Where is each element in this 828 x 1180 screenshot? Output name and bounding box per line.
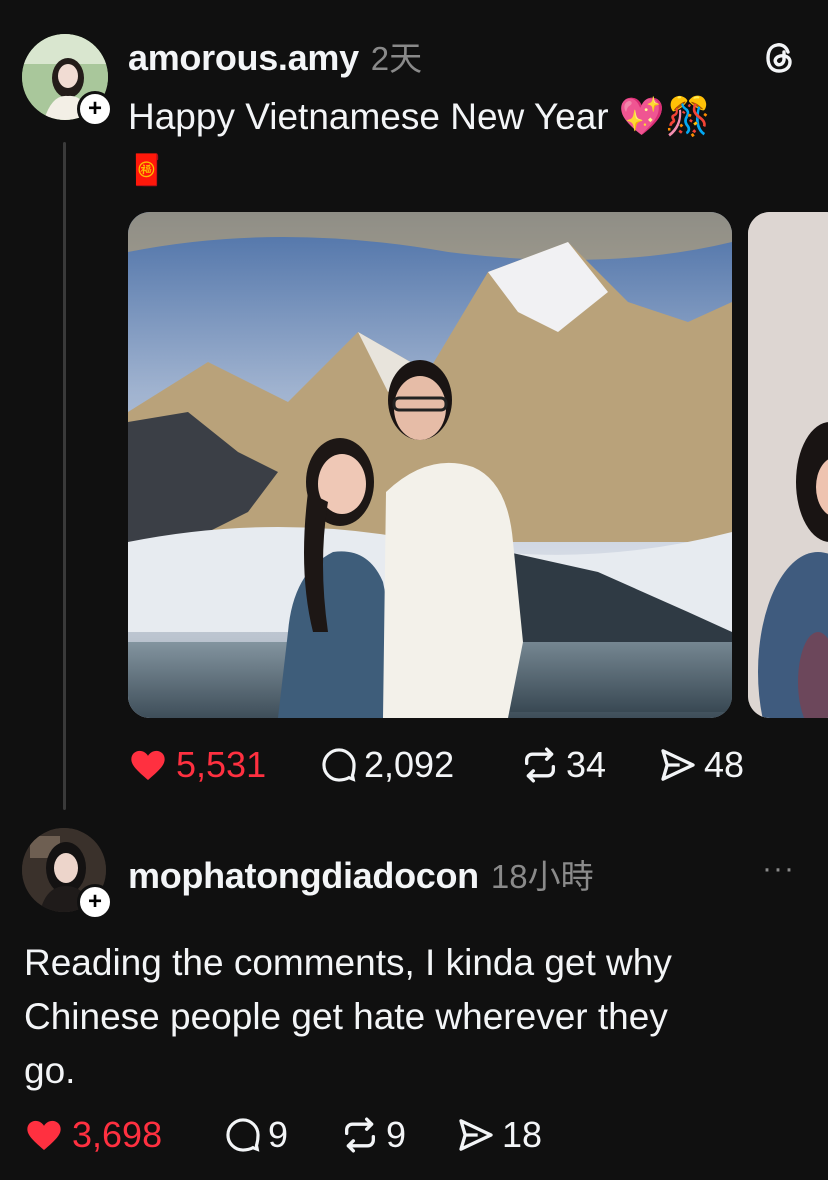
share-count: 48 [704, 744, 745, 785]
like-count: 5,531 [176, 744, 267, 785]
repost-button[interactable]: 9 [340, 1114, 406, 1156]
timestamp: 18小時 [490, 858, 594, 895]
repost-count: 9 [386, 1114, 407, 1155]
heart-icon [27, 1120, 61, 1150]
share-count: 18 [502, 1114, 543, 1155]
threads-logo-icon[interactable] [762, 38, 798, 83]
username[interactable]: mophatongdiadocon [128, 855, 479, 897]
heart-icon [131, 750, 165, 780]
like-button[interactable]: 3,698 [24, 1114, 162, 1156]
more-options-icon[interactable]: ··· [762, 852, 795, 886]
post-image[interactable] [128, 212, 732, 718]
second-photo [748, 212, 828, 718]
reply-text-line: go. [24, 1050, 76, 1091]
reply-text-line: Reading the comments, I kinda get why [24, 942, 672, 983]
comment-count: 9 [268, 1114, 289, 1155]
post-text: Happy Vietnamese New Year 💖🎊 [128, 96, 712, 137]
reply-header: mophatongdiadocon 18小時 [128, 850, 594, 898]
reply-text: Reading the comments, I kinda get why Ch… [24, 936, 672, 1098]
comment-button[interactable]: 9 [224, 1114, 288, 1156]
repost-button[interactable]: 34 [520, 744, 606, 786]
post-header: amorous.amy 2天 [128, 32, 422, 80]
mountain-photo [128, 212, 732, 718]
share-button[interactable]: 48 [658, 744, 744, 786]
thread-line [63, 142, 66, 810]
like-count: 3,698 [72, 1114, 163, 1155]
repost-icon [525, 747, 555, 783]
repost-icon [345, 1117, 375, 1153]
share-button[interactable]: 18 [456, 1114, 542, 1156]
post-text-emoji: 🧧 [128, 154, 166, 187]
timestamp: 2天 [370, 40, 423, 77]
comment-button[interactable]: 2,092 [320, 744, 454, 786]
comment-count: 2,092 [364, 744, 455, 785]
send-icon [459, 1119, 493, 1151]
like-button[interactable]: 5,531 [128, 744, 266, 786]
comment-icon [322, 748, 356, 782]
username[interactable]: amorous.amy [128, 37, 359, 79]
repost-count: 34 [566, 744, 607, 785]
post-image-second[interactable] [748, 212, 828, 718]
comment-icon [226, 1118, 260, 1152]
reply-text-line: Chinese people get hate wherever they [24, 996, 668, 1037]
follow-plus-icon[interactable]: + [77, 884, 113, 920]
send-icon [661, 749, 695, 781]
follow-plus-icon[interactable]: + [77, 91, 113, 127]
